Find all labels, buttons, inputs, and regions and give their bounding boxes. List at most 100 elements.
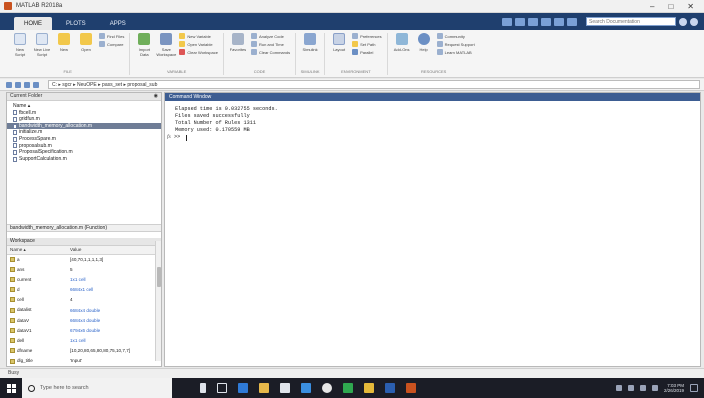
bell-icon[interactable] bbox=[690, 17, 698, 26]
new-script-button[interactable]: New Script bbox=[11, 33, 29, 57]
table-row[interactable]: dell 1x1 cell bbox=[7, 336, 161, 346]
browse-folder-icon[interactable] bbox=[33, 81, 39, 88]
compare-button[interactable]: Compare bbox=[99, 41, 124, 47]
paste-icon[interactable] bbox=[541, 17, 551, 26]
table-row[interactable]: dataV 6684x4 double bbox=[7, 315, 161, 325]
favorites-button[interactable]: Favorites bbox=[229, 33, 247, 52]
set-path-button[interactable]: Set Path bbox=[352, 41, 382, 47]
sticky-notes-icon[interactable] bbox=[364, 383, 374, 393]
table-row[interactable]: a [40,70,1,1,1,1,3] bbox=[7, 254, 161, 264]
column-header-value[interactable]: Value bbox=[67, 246, 161, 255]
parallel-button[interactable]: Parallel bbox=[352, 49, 382, 55]
table-row[interactable]: dataV1 6794x6 double bbox=[7, 325, 161, 335]
new-live-script-button[interactable]: New Live Script bbox=[33, 33, 51, 57]
open-variable-button[interactable]: Open Variable bbox=[179, 41, 218, 47]
learn-matlab-button[interactable]: Learn MATLAB bbox=[436, 49, 475, 55]
add-ons-button[interactable]: Add-Ons bbox=[393, 33, 411, 52]
simulink-button[interactable]: Simulink bbox=[301, 33, 319, 52]
cut-icon[interactable] bbox=[515, 17, 525, 26]
tab-plots[interactable]: PLOTS bbox=[56, 17, 96, 30]
close-button[interactable]: ✕ bbox=[687, 2, 694, 11]
command-prompt[interactable]: fx >> bbox=[167, 134, 700, 141]
list-item[interactable]: gridfun.m bbox=[7, 116, 161, 123]
current-folder-title: Current Folder bbox=[10, 93, 43, 99]
toolstrip-group-environment: Layout Preferences Set Path Parallel ENV… bbox=[325, 33, 388, 75]
taskbar-clock[interactable]: 7:03 PM 2/26/2019 bbox=[664, 383, 684, 394]
workspace-scrollbar[interactable] bbox=[155, 241, 161, 361]
preferences-button[interactable]: Preferences bbox=[352, 33, 382, 39]
list-item[interactable]: ProposalSpecification.m bbox=[7, 149, 161, 156]
edge-browser-icon[interactable] bbox=[238, 383, 248, 393]
battery-icon[interactable] bbox=[651, 385, 658, 391]
help-button[interactable]: Help bbox=[415, 33, 433, 52]
list-item[interactable]: Name ▴ bbox=[7, 103, 161, 110]
microphone-icon[interactable] bbox=[200, 383, 206, 393]
table-row[interactable]: current 1x1 cell bbox=[7, 274, 161, 284]
table-row[interactable]: dfname [10,20,80,65,80,80,75,10,7,7] bbox=[7, 346, 161, 356]
back-arrow-icon[interactable] bbox=[6, 81, 12, 88]
current-folder-path-input[interactable]: C: ▸ sgcr ▸ NeuOPE ▸ pass_set ▸ proposal… bbox=[48, 80, 700, 89]
list-item-selected[interactable]: bandwidth_memory_allocation.m bbox=[7, 122, 161, 130]
column-header-name[interactable]: Name ▴ bbox=[7, 246, 67, 255]
run-and-time-button[interactable]: Run and Time bbox=[250, 41, 290, 47]
copy-icon[interactable] bbox=[528, 17, 538, 26]
mail-icon[interactable] bbox=[301, 383, 311, 393]
search-icon[interactable] bbox=[679, 17, 687, 26]
notifications-icon[interactable] bbox=[690, 384, 698, 392]
up-folder-icon[interactable] bbox=[24, 81, 30, 88]
task-view-icon[interactable] bbox=[217, 383, 227, 393]
start-button[interactable] bbox=[0, 378, 22, 398]
documentation-search-input[interactable]: Search Documentation bbox=[586, 17, 676, 26]
undo-icon[interactable] bbox=[554, 17, 564, 26]
code-small-buttons: Analyze Code Run and Time Clear Commands bbox=[250, 33, 290, 55]
file-explorer-icon[interactable] bbox=[259, 383, 269, 393]
learn-matlab-icon bbox=[436, 49, 443, 55]
table-row[interactable]: dlg_title 'Input' bbox=[7, 356, 161, 366]
save-icon[interactable] bbox=[502, 17, 512, 26]
tab-apps[interactable]: APPS bbox=[100, 17, 136, 30]
table-row[interactable]: datalist 6684x4 double bbox=[7, 305, 161, 315]
list-item[interactable]: ProcessSpare.m bbox=[7, 136, 161, 143]
function-browser-icon[interactable]: fx bbox=[167, 134, 171, 141]
layout-button[interactable]: Layout bbox=[330, 33, 348, 52]
analyze-code-button[interactable]: Analyze Code bbox=[250, 33, 290, 39]
volume-icon[interactable] bbox=[639, 385, 646, 391]
clear-commands-button[interactable]: Clear Commands bbox=[250, 49, 290, 55]
maximize-button[interactable]: □ bbox=[668, 2, 673, 11]
chrome-icon[interactable] bbox=[322, 383, 332, 393]
tab-home[interactable]: HOME bbox=[14, 17, 52, 30]
variable-icon bbox=[10, 338, 15, 344]
table-row[interactable]: d 6684x1 cell bbox=[7, 285, 161, 295]
toolstrip-group-simulink: Simulink SIMULINK bbox=[296, 33, 326, 75]
list-item[interactable]: proposalsub.m bbox=[7, 143, 161, 150]
open-button[interactable]: Open bbox=[77, 33, 95, 52]
command-window[interactable]: Command Window Elapsed time is 0.032755 … bbox=[164, 92, 701, 367]
new-variable-button[interactable]: New Variable bbox=[179, 33, 218, 39]
import-data-button[interactable]: Import Data bbox=[135, 33, 153, 57]
new-button[interactable]: New bbox=[55, 33, 73, 52]
word-icon[interactable] bbox=[385, 383, 395, 393]
table-row[interactable]: ans 5 bbox=[7, 264, 161, 274]
list-item[interactable]: fbcell.m bbox=[7, 110, 161, 117]
matlab-taskbar-icon[interactable] bbox=[406, 383, 416, 393]
save-workspace-button[interactable]: Save Workspace bbox=[156, 33, 176, 57]
minimize-button[interactable]: – bbox=[650, 2, 654, 11]
file-details-bar[interactable]: bandwidth_memory_allocation.m (Function) bbox=[7, 224, 161, 232]
taskbar-search-input[interactable]: Type here to search bbox=[22, 378, 172, 398]
taskbar-search-placeholder: Type here to search bbox=[40, 385, 89, 391]
request-support-button[interactable]: Request Support bbox=[436, 41, 475, 47]
excel-icon[interactable] bbox=[343, 383, 353, 393]
community-button[interactable]: Community bbox=[436, 33, 475, 39]
find-files-button[interactable]: Find Files bbox=[99, 33, 124, 39]
clear-workspace-button[interactable]: Clear Workspace bbox=[179, 49, 218, 55]
store-icon[interactable] bbox=[280, 383, 290, 393]
table-row[interactable]: cell 4 bbox=[7, 295, 161, 305]
network-icon[interactable] bbox=[627, 385, 634, 391]
scrollbar-thumb[interactable] bbox=[157, 267, 161, 287]
list-item[interactable]: SupportCalculation.m bbox=[7, 156, 161, 163]
redo-icon[interactable] bbox=[567, 17, 577, 26]
list-item[interactable]: initialize.m bbox=[7, 129, 161, 136]
chevron-up-icon[interactable] bbox=[615, 385, 622, 391]
panel-menu-icon[interactable]: ◉ bbox=[154, 93, 158, 100]
forward-arrow-icon[interactable] bbox=[15, 81, 21, 88]
